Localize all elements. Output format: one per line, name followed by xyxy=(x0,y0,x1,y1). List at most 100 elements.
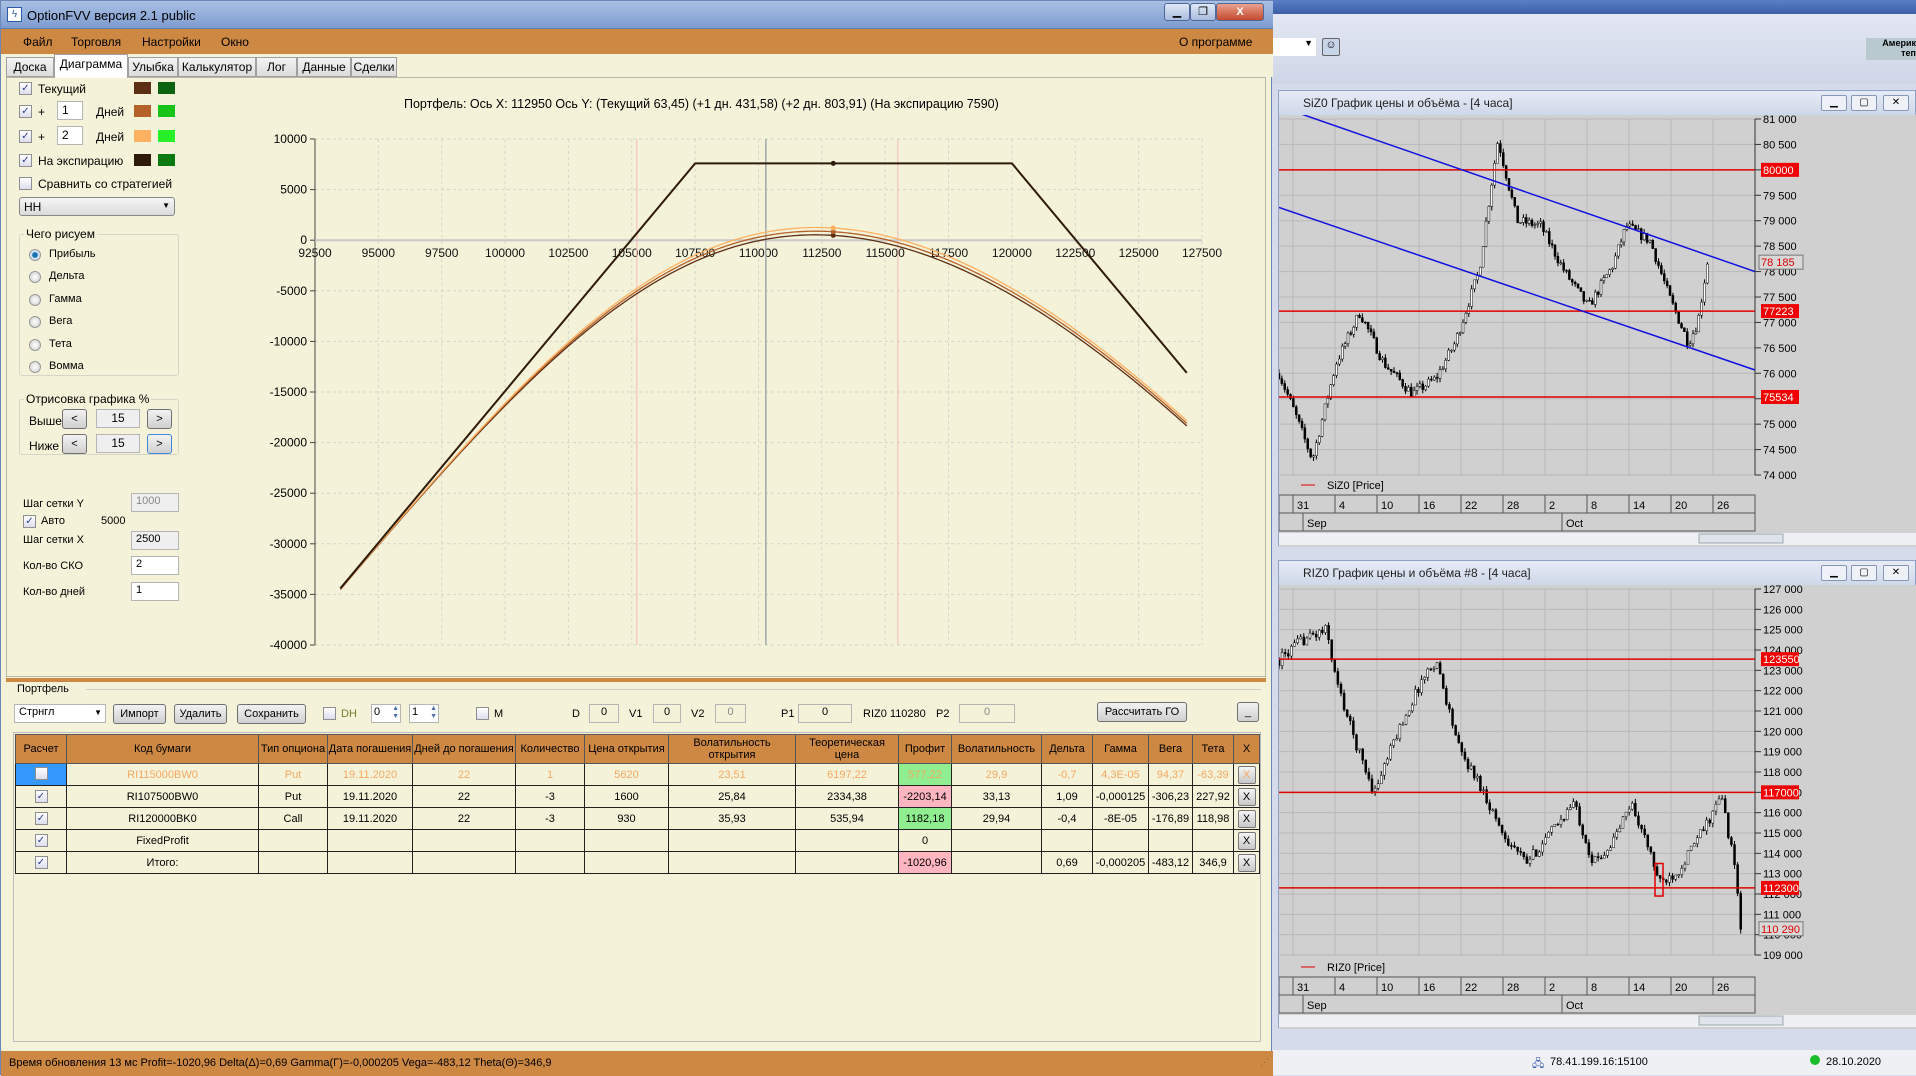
grid-x-input[interactable]: 2500 xyxy=(131,531,179,550)
column-header[interactable]: Цена открытия xyxy=(584,734,669,764)
column-header[interactable]: Расчет xyxy=(15,734,67,764)
current-color-swatch[interactable] xyxy=(134,82,151,94)
plus2-color-swatch[interactable] xyxy=(134,130,151,142)
menu-about[interactable]: О программе xyxy=(1179,35,1252,49)
close-button[interactable]: X xyxy=(1216,3,1264,21)
current-color-swatch-2[interactable] xyxy=(158,82,175,94)
plus1-color-swatch-2[interactable] xyxy=(158,105,175,117)
close-button[interactable]: ✕ xyxy=(1883,565,1909,581)
remove-row-button[interactable]: X xyxy=(1237,853,1256,872)
calculate-margin-button[interactable]: Рассчитать ГО xyxy=(1097,702,1187,722)
remove-row-button[interactable]: X xyxy=(1237,765,1256,784)
menu-settings[interactable]: Настройки xyxy=(142,35,201,49)
tab-log[interactable]: Лог xyxy=(256,57,297,77)
draw-mode-radio[interactable] xyxy=(29,361,41,373)
news-thumbnail[interactable]: Америк теп xyxy=(1866,38,1916,60)
column-header[interactable]: Теоретическая цена xyxy=(795,734,899,764)
calc-checkbox[interactable]: ✓ xyxy=(34,790,48,803)
sko-input[interactable]: 2 xyxy=(131,556,179,575)
profit-chart[interactable]: 10000 5000 0 -5000 -10000 -15000 -20000 -25000 -… xyxy=(251,126,1251,656)
siz0-price-chart[interactable]: 81 00080 50080 00079 50079 00078 50078 0… xyxy=(1279,115,1916,547)
plus1-days-input[interactable]: 1 xyxy=(57,101,83,120)
above-input[interactable]: 15 xyxy=(96,409,140,428)
spin1-stepper[interactable]: 0 ▲ ▼ xyxy=(371,704,401,723)
minimize-button[interactable]: ▁ xyxy=(1821,565,1847,581)
expiry-checkbox[interactable]: ✓ xyxy=(19,154,32,167)
collapse-button[interactable]: _ xyxy=(1237,702,1259,722)
draw-mode-radio[interactable] xyxy=(29,293,41,306)
above-increase-button[interactable]: > xyxy=(147,409,172,429)
strategy-select[interactable]: HH ▼ xyxy=(19,197,175,216)
current-checkbox[interactable]: ✓ xyxy=(19,82,32,95)
below-increase-button[interactable]: > xyxy=(147,434,172,454)
compare-strategy-checkbox[interactable] xyxy=(19,177,32,190)
above-decrease-button[interactable]: < xyxy=(62,409,87,429)
tab-smile[interactable]: Улыбка xyxy=(128,57,178,77)
menu-trading[interactable]: Торговля xyxy=(71,35,121,49)
calc-checkbox[interactable]: ✓ xyxy=(34,812,48,825)
column-header[interactable]: Тип опциона xyxy=(258,734,328,764)
panel-splitter[interactable] xyxy=(6,678,1266,682)
delete-button[interactable]: Удалить xyxy=(174,704,227,724)
maximize-button[interactable]: ▢ xyxy=(1851,565,1877,581)
maximize-button[interactable]: ▢ xyxy=(1851,95,1877,111)
column-header[interactable]: Дельта xyxy=(1041,734,1093,764)
v2-field[interactable]: 0 xyxy=(715,704,746,723)
plus1-checkbox[interactable]: ✓ xyxy=(19,105,32,118)
below-input[interactable]: 15 xyxy=(96,434,140,453)
tab-board[interactable]: Доска xyxy=(6,57,54,77)
p1-field[interactable]: 0 xyxy=(798,704,852,723)
column-header[interactable]: X xyxy=(1233,734,1260,764)
table-row[interactable]: ✓ FixedProfit 0 X xyxy=(15,829,1260,852)
plus2-color-swatch-2[interactable] xyxy=(158,130,175,142)
maximize-button[interactable]: ❐ xyxy=(1190,3,1216,21)
column-header[interactable]: Волатильность xyxy=(951,734,1042,764)
table-row[interactable]: ✓ RI107500BW0 Put 19.11.2020 22 -3 1600 25,84 23… xyxy=(15,785,1260,808)
below-decrease-button[interactable]: < xyxy=(62,434,87,454)
dh-checkbox[interactable] xyxy=(323,707,336,720)
remove-row-button[interactable]: X xyxy=(1237,831,1256,850)
tab-deals[interactable]: Сделки xyxy=(351,57,397,77)
import-button[interactable]: Импорт xyxy=(113,704,166,724)
plus2-checkbox[interactable]: ✓ xyxy=(19,130,32,143)
minimize-button[interactable]: ▁ xyxy=(1164,3,1190,21)
column-header[interactable]: Профит xyxy=(898,734,952,764)
tab-data[interactable]: Данные xyxy=(297,57,351,77)
draw-mode-radio[interactable] xyxy=(29,249,41,261)
table-row[interactable]: ✓ RI120000BK0 Call 19.11.2020 22 -3 930 35,93 53… xyxy=(15,807,1260,830)
expiry-color-swatch-2[interactable] xyxy=(158,154,175,166)
column-header[interactable]: Дата погашения xyxy=(327,734,413,764)
remove-row-button[interactable]: X xyxy=(1237,809,1256,828)
column-header[interactable]: Количество xyxy=(515,734,585,764)
calc-checkbox[interactable] xyxy=(34,766,48,780)
column-header[interactable]: Тета xyxy=(1192,734,1234,764)
column-header[interactable]: Дней до погашения xyxy=(412,734,516,764)
d-field[interactable]: 0 xyxy=(589,704,619,723)
strategy-combo[interactable]: Стрнгл ▼ xyxy=(14,704,106,723)
spin-arrows-icon[interactable]: ▲ ▼ xyxy=(430,705,437,721)
column-header[interactable]: Волатильность открытия xyxy=(668,734,796,764)
days-count-input[interactable]: 1 xyxy=(131,582,179,601)
remove-row-button[interactable]: X xyxy=(1237,787,1256,806)
table-row[interactable]: ✓ Итого: -1020,96 0,69 -0,000205 -483,12 346,9… xyxy=(15,851,1260,874)
auto-checkbox[interactable]: ✓ xyxy=(23,515,36,528)
close-button[interactable]: ✕ xyxy=(1883,95,1909,111)
draw-mode-radio[interactable] xyxy=(29,338,41,351)
m-checkbox[interactable] xyxy=(476,707,489,720)
tab-diagram[interactable]: Диаграмма xyxy=(54,54,128,78)
menu-file[interactable]: Файл xyxy=(23,35,53,49)
v1-field[interactable]: 0 xyxy=(653,704,681,723)
menu-window[interactable]: Окно xyxy=(221,35,249,49)
plus2-days-input[interactable]: 2 xyxy=(57,126,83,145)
table-row[interactable]: RI115000BW0 Put 19.11.2020 22 1 5620 23,51 6197… xyxy=(15,763,1260,786)
calc-checkbox[interactable]: ✓ xyxy=(34,834,48,847)
user-icon[interactable]: ☺ xyxy=(1322,38,1340,56)
riz0-price-chart[interactable]: 127 000126 000125 000124 000123 000122 0… xyxy=(1279,585,1916,1029)
calc-checkbox[interactable]: ✓ xyxy=(34,856,48,869)
resize-grip-icon[interactable]: ⋰ xyxy=(1260,1057,1269,1068)
column-header[interactable]: Вега xyxy=(1148,734,1193,764)
tab-calculator[interactable]: Калькулятор xyxy=(178,57,256,77)
column-header[interactable]: Код бумаги xyxy=(66,734,259,764)
minimize-button[interactable]: ▁ xyxy=(1821,95,1847,111)
expiry-color-swatch[interactable] xyxy=(134,154,151,166)
